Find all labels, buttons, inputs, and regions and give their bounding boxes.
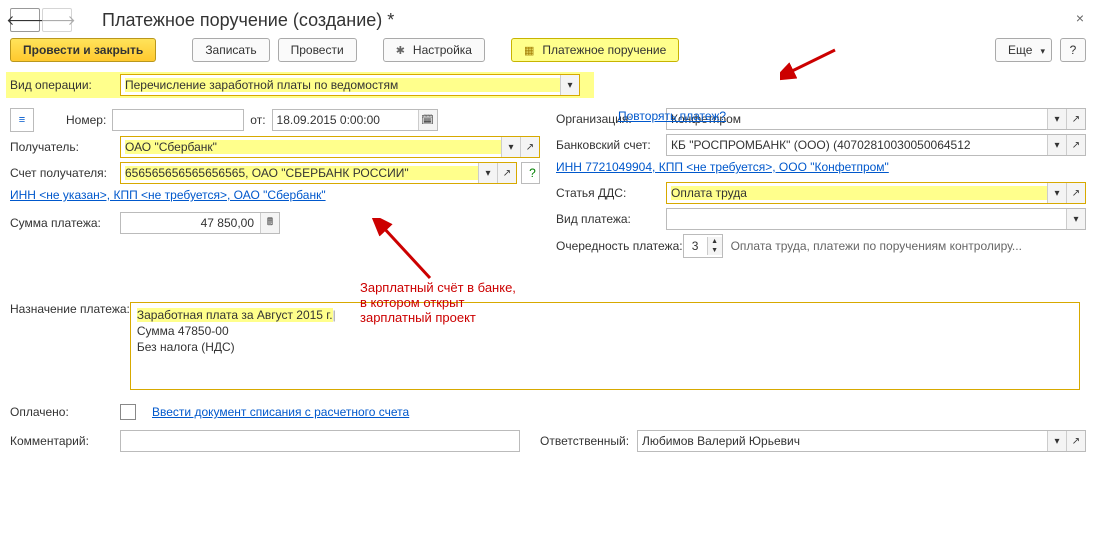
spinner-down-icon[interactable]: ▼ (708, 246, 722, 255)
open-icon[interactable]: ↗ (1066, 109, 1085, 129)
comment-label: Комментарий: (10, 434, 120, 448)
chevron-down-icon (1036, 43, 1045, 57)
recipient-details-link[interactable]: ИНН <не указан>, КПП <не требуется>, ОАО… (10, 188, 326, 202)
open-icon[interactable]: ↗ (497, 163, 516, 183)
priority-label: Очередность платежа: (556, 240, 683, 253)
open-icon[interactable]: ↗ (1066, 135, 1085, 155)
dds-select[interactable]: Оплата труда ▾ ↗ (666, 182, 1086, 204)
open-icon[interactable]: ↗ (520, 137, 539, 157)
paid-checkbox[interactable] (120, 404, 136, 420)
open-icon[interactable]: ↗ (1066, 431, 1085, 451)
bank-acc-label: Банковский счет: (556, 138, 666, 152)
date-from-label: от: (250, 113, 265, 127)
number-input[interactable] (112, 109, 244, 131)
recipient-label: Получатель: (10, 140, 120, 154)
priority-spinner[interactable]: 3 ▲▼ (683, 234, 723, 258)
repeat-payment-link[interactable]: Повторять платеж? (618, 109, 726, 123)
dds-label: Статья ДДС: (556, 186, 666, 200)
post-button[interactable]: Провести (278, 38, 357, 62)
purpose-textarea[interactable]: Заработная плата за Август 2015 г.| Сумм… (130, 302, 1080, 390)
paid-link[interactable]: Ввести документ списания с расчетного сч… (152, 405, 409, 419)
help-button[interactable]: ? (1060, 38, 1086, 62)
org-select[interactable]: Конфетпром ▾ ↗ (666, 108, 1086, 130)
comment-input[interactable] (120, 430, 520, 452)
more-button[interactable]: Еще (995, 38, 1052, 62)
write-button[interactable]: Записать (192, 38, 269, 62)
bank-acc-select[interactable]: КБ "РОСПРОМБАНК" (ООО) (4070281003005006… (666, 134, 1086, 156)
forward-button[interactable]: 🡒 (42, 8, 72, 32)
open-icon[interactable]: ↗ (1066, 183, 1085, 203)
calculator-icon[interactable]: 🖩 (260, 213, 279, 233)
op-type-label: Вид операции: (10, 78, 120, 92)
spinner-up-icon[interactable]: ▲ (708, 237, 722, 246)
chevron-down-icon[interactable]: ▾ (501, 137, 520, 157)
chevron-down-icon[interactable]: ▾ (1066, 209, 1085, 229)
purpose-label: Назначение платежа: (10, 302, 130, 316)
recipient-select[interactable]: ОАО "Сбербанк" ▾ ↗ (120, 136, 540, 158)
annotation-text: Зарплатный счёт в банке, в котором откры… (360, 280, 516, 325)
pay-sum-input[interactable]: 47 850,00 🖩 (120, 212, 280, 234)
calendar-icon[interactable]: 🗓 (418, 110, 437, 130)
page-title: Платежное поручение (создание) * (102, 10, 394, 31)
chevron-down-icon[interactable]: ▾ (1047, 109, 1066, 129)
back-button[interactable]: 🡐 (10, 8, 40, 32)
date-input[interactable]: 18.09.2015 0:00:00 🗓 (272, 109, 438, 131)
responsible-label: Ответственный: (540, 434, 629, 448)
priority-desc: Оплата труда, платежи по поручениям конт… (731, 239, 1022, 253)
recipient-account-select[interactable]: 656565656565656565, ОАО "СБЕРБАНК РОССИИ… (120, 162, 517, 184)
chevron-down-icon[interactable]: ▾ (560, 75, 579, 95)
number-label: Номер: (66, 113, 106, 127)
settings-button[interactable]: Настройка (383, 38, 485, 62)
payment-icon (524, 43, 538, 57)
post-and-close-button[interactable]: Провести и закрыть (10, 38, 156, 62)
org-details-link[interactable]: ИНН 7721049904, КПП <не требуется>, ООО … (556, 160, 889, 174)
help-small-button[interactable]: ? (521, 162, 540, 184)
chevron-down-icon[interactable]: ▾ (1047, 135, 1066, 155)
chevron-down-icon[interactable]: ▾ (478, 163, 497, 183)
pay-type-label: Вид платежа: (556, 212, 666, 226)
recipient-account-label: Счет получателя: (10, 166, 120, 180)
close-icon[interactable]: × (1076, 10, 1084, 26)
list-icon[interactable]: ≡ (10, 108, 34, 132)
gear-icon (396, 43, 409, 57)
chevron-down-icon[interactable]: ▾ (1047, 431, 1066, 451)
pay-sum-label: Сумма платежа: (10, 216, 120, 230)
paid-label: Оплачено: (10, 405, 120, 419)
payment-order-button[interactable]: Платежное поручение (511, 38, 679, 62)
responsible-select[interactable]: Любимов Валерий Юрьевич ▾ ↗ (637, 430, 1086, 452)
pay-type-select[interactable]: ▾ (666, 208, 1086, 230)
op-type-select[interactable]: Перечисление заработной платы по ведомос… (120, 74, 580, 96)
chevron-down-icon[interactable]: ▾ (1047, 183, 1066, 203)
